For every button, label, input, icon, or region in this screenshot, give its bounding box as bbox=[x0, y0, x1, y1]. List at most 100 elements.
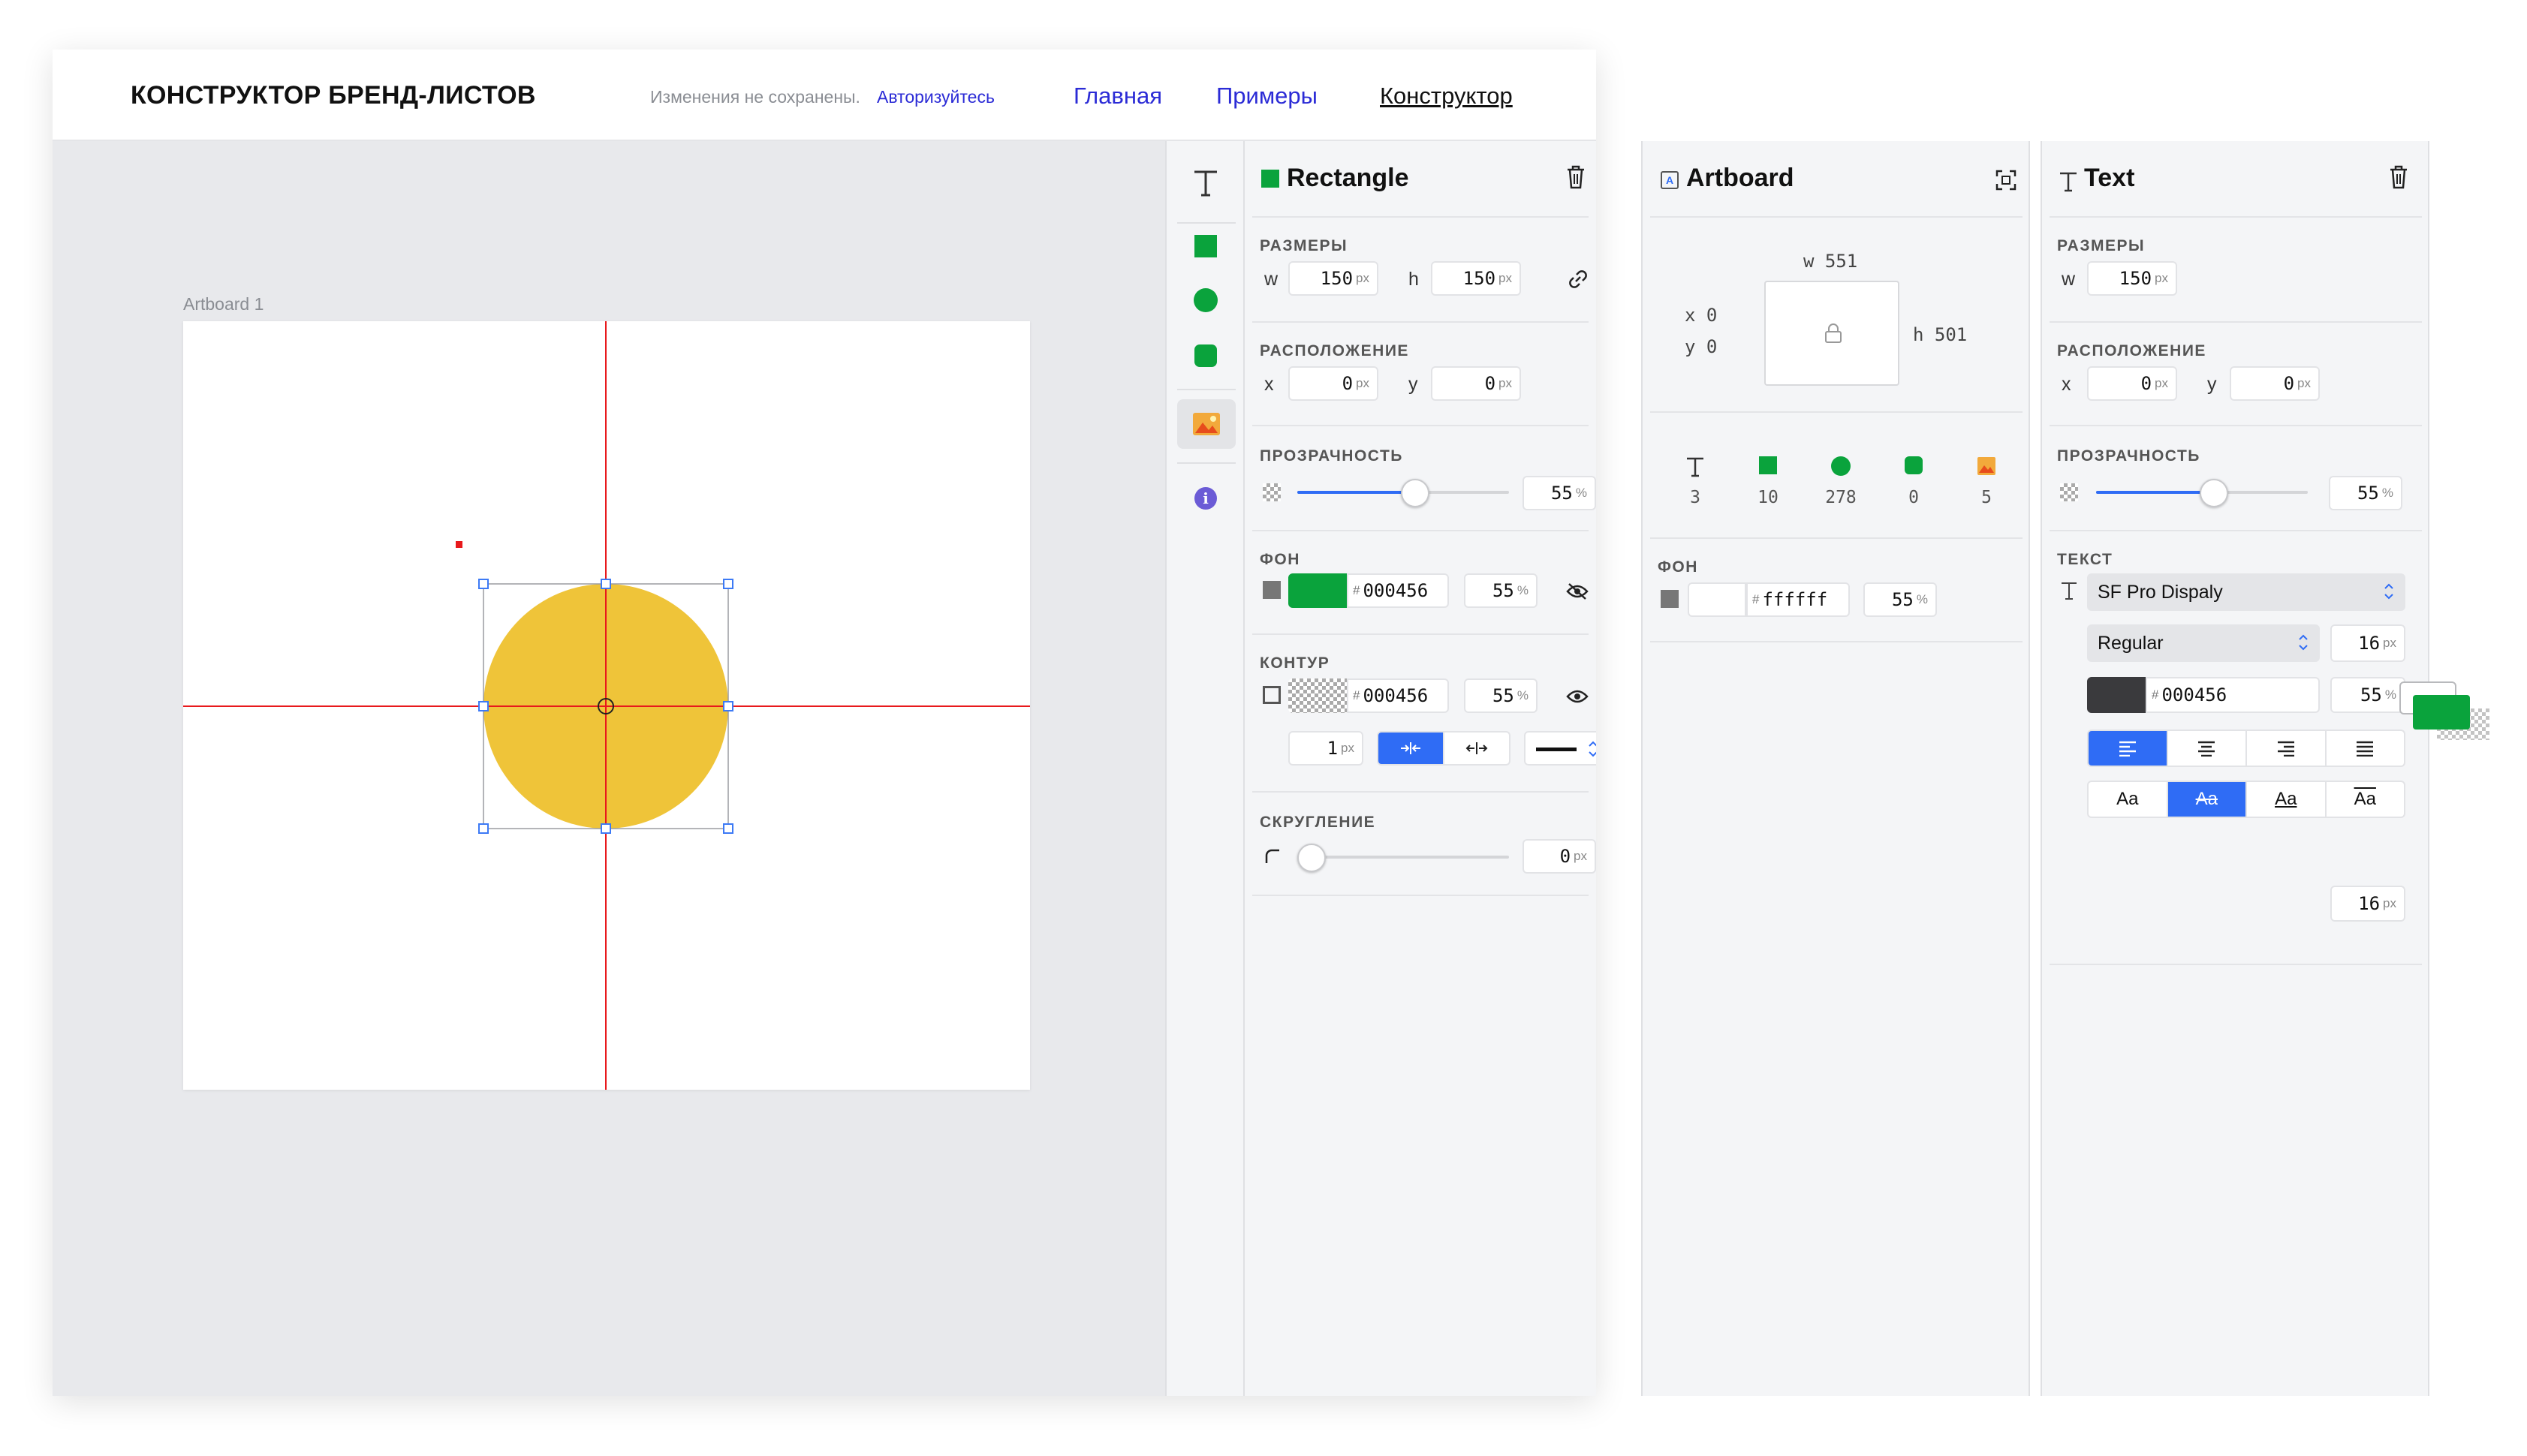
opacity-slider-thumb[interactable] bbox=[1401, 479, 1429, 507]
fill-color-swatch[interactable] bbox=[1288, 573, 1347, 608]
rounded-rect-count: 0 bbox=[1908, 488, 1919, 507]
align-center-icon bbox=[2198, 741, 2215, 757]
stroke-align-toggle[interactable] bbox=[1377, 731, 1510, 766]
font-family-select[interactable]: SF Pro Dispaly bbox=[2087, 573, 2405, 611]
text-decoration-toggle[interactable]: Aa Aa Aa Aa bbox=[2087, 781, 2405, 818]
stroke-color-swatch[interactable] bbox=[1288, 678, 1347, 713]
decoration-overline-option[interactable]: Aa bbox=[2327, 782, 2405, 817]
stroke-style-select[interactable] bbox=[1524, 731, 1596, 766]
nav-home-link[interactable]: Главная bbox=[1074, 83, 1162, 110]
decoration-underline-option[interactable]: Aa bbox=[2247, 782, 2327, 817]
handle-bottom-right[interactable] bbox=[723, 823, 733, 834]
text-count: 3 bbox=[1690, 488, 1700, 507]
fill-hex-field[interactable]: #000456 bbox=[1347, 573, 1449, 608]
height-field[interactable]: 150 px bbox=[1431, 261, 1521, 296]
link-icon[interactable] bbox=[1568, 269, 1589, 293]
rectangle-count: 10 bbox=[1757, 488, 1779, 507]
trash-icon[interactable] bbox=[1566, 165, 1586, 193]
rectangle-properties-panel: Rectangle РАЗМЕРЫ w 150 px h 150 px РАСПОЛ… bbox=[1245, 141, 1596, 1396]
opacity-label: ПРОЗРАЧНОСТЬ bbox=[1260, 447, 1403, 465]
stroke-inside-option[interactable] bbox=[1378, 733, 1444, 764]
stroke-outside-option[interactable] bbox=[1444, 733, 1509, 764]
stroke-width-field[interactable]: 1 px bbox=[1288, 731, 1363, 766]
font-size-field[interactable]: 16 px bbox=[2330, 624, 2405, 662]
transparency-icon bbox=[1263, 483, 1281, 501]
nav-constructor-link[interactable]: Конструктор bbox=[1380, 83, 1513, 110]
corner-radius-field[interactable]: 0 px bbox=[1523, 839, 1596, 874]
opacity-field[interactable]: 55% bbox=[1523, 476, 1596, 510]
artboard-fill-toggle-icon[interactable] bbox=[1661, 590, 1679, 608]
handle-top[interactable] bbox=[601, 579, 611, 589]
y-axis-label: y bbox=[2207, 374, 2217, 395]
y-field[interactable]: 0 px bbox=[1431, 366, 1521, 401]
fit-artboard-icon[interactable] bbox=[1995, 170, 2016, 194]
x-field[interactable]: 0 px bbox=[2087, 366, 2177, 401]
handle-bottom[interactable] bbox=[601, 823, 611, 834]
opacity-slider-thumb[interactable] bbox=[2200, 479, 2228, 507]
width-field[interactable]: 150 px bbox=[2087, 261, 2177, 296]
stroke-opacity-field[interactable]: 55% bbox=[1464, 678, 1538, 713]
info-icon[interactable]: i bbox=[1183, 476, 1228, 521]
text-type-icon bbox=[2060, 172, 2077, 192]
opacity-label: ПРОЗРАЧНОСТЬ bbox=[2057, 447, 2200, 465]
text-tool-icon[interactable] bbox=[1183, 161, 1228, 206]
image-tool-icon[interactable] bbox=[1177, 399, 1236, 449]
corner-radius-slider-thumb[interactable] bbox=[1297, 844, 1326, 872]
panel-title: Text bbox=[2084, 164, 2135, 192]
eye-hidden-icon[interactable] bbox=[1566, 582, 1589, 604]
decoration-none-option[interactable]: Aa bbox=[2089, 782, 2168, 817]
line-height-field[interactable]: 16 px bbox=[2330, 886, 2405, 922]
top-bar: КОНСТРУКТОР БРЕНД-ЛИСТОВ Изменения не со… bbox=[53, 50, 1596, 141]
fill-opacity-field[interactable]: 55% bbox=[1464, 573, 1538, 608]
artboard-canvas[interactable] bbox=[183, 321, 1030, 1090]
select-arrows-icon bbox=[2384, 583, 2393, 600]
artboard-fill-hex-field[interactable]: # ffffff bbox=[1746, 582, 1850, 617]
x-field[interactable]: 0 px bbox=[1288, 366, 1378, 401]
login-link[interactable]: Авторизуйтесь bbox=[877, 87, 995, 107]
artboard-fill-opacity-field[interactable]: 55% bbox=[1863, 582, 1937, 617]
text-color-swatch[interactable] bbox=[2087, 677, 2146, 713]
align-justify-option[interactable] bbox=[2327, 731, 2405, 766]
font-weight-select[interactable]: Regular bbox=[2087, 624, 2320, 662]
text-color-opacity-field[interactable]: 55% bbox=[2330, 677, 2405, 713]
lock-icon[interactable] bbox=[1824, 323, 1842, 344]
drag-preview-swatch bbox=[2413, 695, 2470, 730]
decoration-strikethrough-option[interactable]: Aa bbox=[2167, 782, 2247, 817]
align-left-option[interactable] bbox=[2089, 731, 2168, 766]
artboard-label: Artboard 1 bbox=[183, 294, 264, 314]
handle-top-right[interactable] bbox=[723, 579, 733, 589]
align-left-icon bbox=[2119, 741, 2136, 757]
nav-examples-link[interactable]: Примеры bbox=[1216, 83, 1318, 110]
align-right-option[interactable] bbox=[2247, 731, 2327, 766]
handle-top-left[interactable] bbox=[478, 579, 489, 589]
artboard-preview[interactable] bbox=[1764, 281, 1899, 386]
corner-radius-icon bbox=[1264, 848, 1281, 868]
stroke-hex-field[interactable]: #000456 bbox=[1347, 678, 1449, 713]
eye-icon[interactable] bbox=[1566, 687, 1589, 709]
align-center-option[interactable] bbox=[2168, 731, 2247, 766]
text-align-toggle[interactable] bbox=[2087, 730, 2405, 767]
handle-bottom-left[interactable] bbox=[478, 823, 489, 834]
height-axis-label: h bbox=[1408, 269, 1419, 290]
align-right-icon bbox=[2277, 741, 2294, 757]
trash-icon[interactable] bbox=[2389, 165, 2408, 193]
tool-strip: i bbox=[1165, 141, 1245, 1396]
image-count-icon bbox=[1964, 456, 2009, 476]
y-field[interactable]: 0 px bbox=[2230, 366, 2320, 401]
stroke-toggle-icon[interactable] bbox=[1263, 686, 1281, 704]
artboard-fill-swatch[interactable] bbox=[1688, 582, 1746, 617]
opacity-field[interactable]: 55% bbox=[2329, 476, 2402, 510]
x-axis-label: x bbox=[2062, 374, 2071, 395]
handle-right[interactable] bbox=[723, 701, 733, 711]
ellipse-tool-icon[interactable] bbox=[1183, 278, 1228, 323]
rounded-rect-tool-icon[interactable] bbox=[1183, 333, 1228, 378]
fill-toggle-icon[interactable] bbox=[1263, 581, 1281, 599]
position-label: РАСПОЛОЖЕНИЕ bbox=[1260, 342, 1409, 359]
artboard-x-text: x 0 bbox=[1685, 305, 1718, 326]
stroke-label: КОНТУР bbox=[1260, 654, 1330, 672]
width-field[interactable]: 150 px bbox=[1288, 261, 1378, 296]
handle-left[interactable] bbox=[478, 701, 489, 711]
text-color-hex-field[interactable]: #000456 bbox=[2146, 677, 2320, 713]
width-axis-label: w bbox=[2062, 269, 2076, 290]
rectangle-tool-icon[interactable] bbox=[1183, 224, 1228, 269]
